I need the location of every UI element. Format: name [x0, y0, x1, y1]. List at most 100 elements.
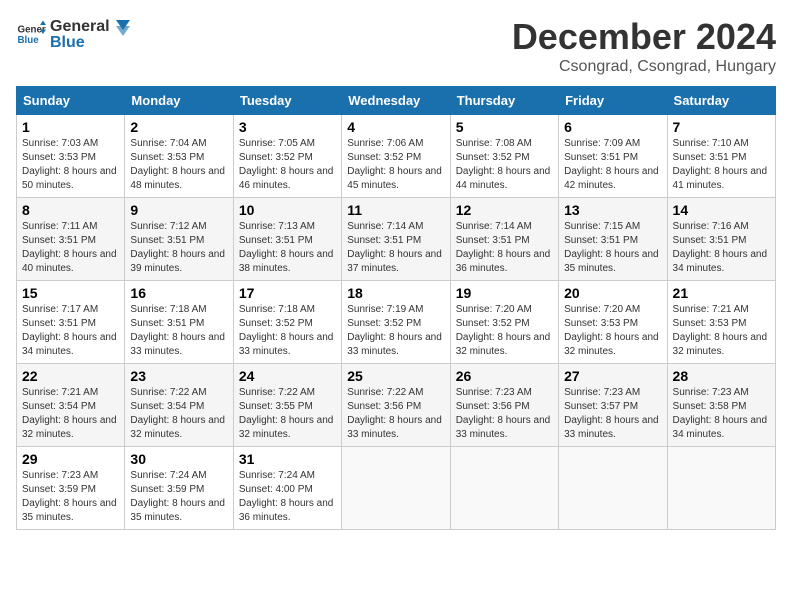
day-info: Sunrise: 7:14 AM Sunset: 3:51 PM Dayligh…: [456, 220, 553, 276]
day-info: Sunrise: 7:23 AM Sunset: 3:57 PM Dayligh…: [564, 386, 661, 442]
day-number: 12: [456, 202, 553, 218]
day-info: Sunrise: 7:24 AM Sunset: 3:59 PM Dayligh…: [130, 469, 227, 525]
day-info: Sunrise: 7:17 AM Sunset: 3:51 PM Dayligh…: [22, 303, 119, 359]
page-header: General Blue General Blue December 2024 …: [16, 16, 776, 76]
calendar-day-cell: 24 Sunrise: 7:22 AM Sunset: 3:55 PM Dayl…: [233, 364, 341, 447]
logo: General Blue General Blue: [16, 16, 134, 52]
svg-text:Blue: Blue: [18, 35, 40, 46]
calendar-day-cell: 18 Sunrise: 7:19 AM Sunset: 3:52 PM Dayl…: [342, 281, 450, 364]
day-info: Sunrise: 7:22 AM Sunset: 3:54 PM Dayligh…: [130, 386, 227, 442]
calendar-day-cell: 12 Sunrise: 7:14 AM Sunset: 3:51 PM Dayl…: [450, 198, 558, 281]
empty-cell: [342, 447, 450, 530]
day-info: Sunrise: 7:10 AM Sunset: 3:51 PM Dayligh…: [673, 137, 770, 193]
month-title: December 2024: [512, 16, 776, 58]
day-number: 26: [456, 368, 553, 384]
day-number: 23: [130, 368, 227, 384]
calendar-day-cell: 4 Sunrise: 7:06 AM Sunset: 3:52 PM Dayli…: [342, 115, 450, 198]
day-info: Sunrise: 7:22 AM Sunset: 3:56 PM Dayligh…: [347, 386, 444, 442]
calendar-day-cell: 17 Sunrise: 7:18 AM Sunset: 3:52 PM Dayl…: [233, 281, 341, 364]
day-info: Sunrise: 7:21 AM Sunset: 3:53 PM Dayligh…: [673, 303, 770, 359]
calendar-day-cell: 28 Sunrise: 7:23 AM Sunset: 3:58 PM Dayl…: [667, 364, 775, 447]
calendar-week-row: 29 Sunrise: 7:23 AM Sunset: 3:59 PM Dayl…: [17, 447, 776, 530]
logo-icon: General Blue: [16, 19, 46, 49]
weekday-header: Tuesday: [233, 87, 341, 115]
day-number: 5: [456, 119, 553, 135]
day-info: Sunrise: 7:21 AM Sunset: 3:54 PM Dayligh…: [22, 386, 119, 442]
calendar-day-cell: 2 Sunrise: 7:04 AM Sunset: 3:53 PM Dayli…: [125, 115, 233, 198]
day-info: Sunrise: 7:20 AM Sunset: 3:52 PM Dayligh…: [456, 303, 553, 359]
calendar-day-cell: 15 Sunrise: 7:17 AM Sunset: 3:51 PM Dayl…: [17, 281, 125, 364]
calendar-day-cell: 22 Sunrise: 7:21 AM Sunset: 3:54 PM Dayl…: [17, 364, 125, 447]
day-number: 10: [239, 202, 336, 218]
day-info: Sunrise: 7:22 AM Sunset: 3:55 PM Dayligh…: [239, 386, 336, 442]
day-number: 8: [22, 202, 119, 218]
day-number: 3: [239, 119, 336, 135]
calendar-day-cell: 27 Sunrise: 7:23 AM Sunset: 3:57 PM Dayl…: [559, 364, 667, 447]
calendar-day-cell: 29 Sunrise: 7:23 AM Sunset: 3:59 PM Dayl…: [17, 447, 125, 530]
calendar-table: SundayMondayTuesdayWednesdayThursdayFrid…: [16, 86, 776, 530]
calendar-day-cell: 1 Sunrise: 7:03 AM Sunset: 3:53 PM Dayli…: [17, 115, 125, 198]
day-info: Sunrise: 7:19 AM Sunset: 3:52 PM Dayligh…: [347, 303, 444, 359]
day-info: Sunrise: 7:03 AM Sunset: 3:53 PM Dayligh…: [22, 137, 119, 193]
day-info: Sunrise: 7:12 AM Sunset: 3:51 PM Dayligh…: [130, 220, 227, 276]
calendar-header-row: SundayMondayTuesdayWednesdayThursdayFrid…: [17, 87, 776, 115]
day-number: 4: [347, 119, 444, 135]
day-number: 22: [22, 368, 119, 384]
weekday-header: Saturday: [667, 87, 775, 115]
day-info: Sunrise: 7:15 AM Sunset: 3:51 PM Dayligh…: [564, 220, 661, 276]
day-number: 16: [130, 285, 227, 301]
day-info: Sunrise: 7:23 AM Sunset: 3:56 PM Dayligh…: [456, 386, 553, 442]
day-number: 27: [564, 368, 661, 384]
day-number: 21: [673, 285, 770, 301]
calendar-day-cell: 20 Sunrise: 7:20 AM Sunset: 3:53 PM Dayl…: [559, 281, 667, 364]
calendar-day-cell: 26 Sunrise: 7:23 AM Sunset: 3:56 PM Dayl…: [450, 364, 558, 447]
day-number: 18: [347, 285, 444, 301]
day-info: Sunrise: 7:11 AM Sunset: 3:51 PM Dayligh…: [22, 220, 119, 276]
day-info: Sunrise: 7:18 AM Sunset: 3:51 PM Dayligh…: [130, 303, 227, 359]
weekday-header: Friday: [559, 87, 667, 115]
calendar-week-row: 8 Sunrise: 7:11 AM Sunset: 3:51 PM Dayli…: [17, 198, 776, 281]
empty-cell: [559, 447, 667, 530]
day-number: 15: [22, 285, 119, 301]
day-info: Sunrise: 7:18 AM Sunset: 3:52 PM Dayligh…: [239, 303, 336, 359]
calendar-day-cell: 11 Sunrise: 7:14 AM Sunset: 3:51 PM Dayl…: [342, 198, 450, 281]
calendar-day-cell: 6 Sunrise: 7:09 AM Sunset: 3:51 PM Dayli…: [559, 115, 667, 198]
title-area: December 2024 Csongrad, Csongrad, Hungar…: [512, 16, 776, 76]
day-number: 19: [456, 285, 553, 301]
location-title: Csongrad, Csongrad, Hungary: [512, 58, 776, 76]
calendar-day-cell: 3 Sunrise: 7:05 AM Sunset: 3:52 PM Dayli…: [233, 115, 341, 198]
day-number: 7: [673, 119, 770, 135]
calendar-week-row: 22 Sunrise: 7:21 AM Sunset: 3:54 PM Dayl…: [17, 364, 776, 447]
day-number: 11: [347, 202, 444, 218]
day-number: 1: [22, 119, 119, 135]
calendar-week-row: 15 Sunrise: 7:17 AM Sunset: 3:51 PM Dayl…: [17, 281, 776, 364]
calendar-day-cell: 16 Sunrise: 7:18 AM Sunset: 3:51 PM Dayl…: [125, 281, 233, 364]
day-info: Sunrise: 7:16 AM Sunset: 3:51 PM Dayligh…: [673, 220, 770, 276]
day-number: 6: [564, 119, 661, 135]
day-number: 29: [22, 451, 119, 467]
day-number: 24: [239, 368, 336, 384]
calendar-day-cell: 9 Sunrise: 7:12 AM Sunset: 3:51 PM Dayli…: [125, 198, 233, 281]
calendar-day-cell: 8 Sunrise: 7:11 AM Sunset: 3:51 PM Dayli…: [17, 198, 125, 281]
calendar-day-cell: 5 Sunrise: 7:08 AM Sunset: 3:52 PM Dayli…: [450, 115, 558, 198]
day-info: Sunrise: 7:23 AM Sunset: 3:59 PM Dayligh…: [22, 469, 119, 525]
day-number: 13: [564, 202, 661, 218]
weekday-header: Monday: [125, 87, 233, 115]
day-info: Sunrise: 7:24 AM Sunset: 4:00 PM Dayligh…: [239, 469, 336, 525]
day-number: 28: [673, 368, 770, 384]
day-number: 17: [239, 285, 336, 301]
calendar-day-cell: 13 Sunrise: 7:15 AM Sunset: 3:51 PM Dayl…: [559, 198, 667, 281]
logo-arrow-icon: [112, 16, 134, 38]
day-info: Sunrise: 7:05 AM Sunset: 3:52 PM Dayligh…: [239, 137, 336, 193]
day-info: Sunrise: 7:23 AM Sunset: 3:58 PM Dayligh…: [673, 386, 770, 442]
day-info: Sunrise: 7:13 AM Sunset: 3:51 PM Dayligh…: [239, 220, 336, 276]
empty-cell: [667, 447, 775, 530]
day-info: Sunrise: 7:09 AM Sunset: 3:51 PM Dayligh…: [564, 137, 661, 193]
day-info: Sunrise: 7:04 AM Sunset: 3:53 PM Dayligh…: [130, 137, 227, 193]
calendar-day-cell: 10 Sunrise: 7:13 AM Sunset: 3:51 PM Dayl…: [233, 198, 341, 281]
weekday-header: Sunday: [17, 87, 125, 115]
calendar-week-row: 1 Sunrise: 7:03 AM Sunset: 3:53 PM Dayli…: [17, 115, 776, 198]
day-number: 2: [130, 119, 227, 135]
day-info: Sunrise: 7:08 AM Sunset: 3:52 PM Dayligh…: [456, 137, 553, 193]
day-info: Sunrise: 7:06 AM Sunset: 3:52 PM Dayligh…: [347, 137, 444, 193]
